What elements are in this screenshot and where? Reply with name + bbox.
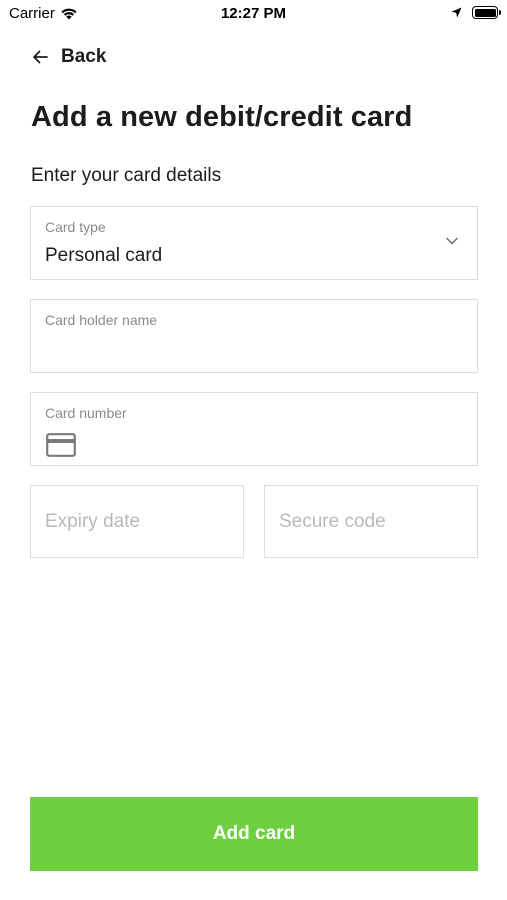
status-time: 12:27 PM — [220, 5, 287, 22]
card-type-select[interactable]: Card type Personal card — [30, 206, 478, 280]
credit-card-icon — [46, 433, 76, 457]
page-subtitle: Enter your card details — [31, 165, 222, 186]
status-bar: Carrier 12:27 PM — [0, 0, 507, 28]
back-label: Back — [61, 46, 107, 67]
card-number-field[interactable]: Card number — [30, 392, 478, 466]
expiry-date-placeholder: Expiry date — [45, 511, 141, 532]
expiry-date-field[interactable]: Expiry date — [30, 485, 244, 558]
secure-code-field[interactable]: Secure code — [264, 485, 478, 558]
add-card-button[interactable]: Add card — [30, 797, 478, 871]
card-type-value: Personal card — [45, 245, 163, 266]
card-type-label: Card type — [45, 219, 106, 235]
card-holder-name-label: Card holder name — [45, 312, 158, 328]
location-arrow-icon — [451, 7, 462, 18]
page-title: Add a new debit/credit card — [31, 101, 413, 133]
back-button[interactable]: Back — [32, 44, 106, 70]
battery-level — [474, 8, 496, 17]
status-right-icons — [451, 6, 501, 19]
add-card-screen: Carrier 12:27 PM Back Add a new debit/cr… — [0, 0, 507, 900]
arrow-left-icon — [33, 50, 48, 64]
card-holder-name-field[interactable]: Card holder name — [30, 299, 478, 373]
chevron-down-icon — [446, 237, 458, 245]
battery-icon — [472, 6, 501, 19]
secure-code-placeholder: Secure code — [279, 511, 386, 532]
card-number-label: Card number — [45, 405, 127, 421]
